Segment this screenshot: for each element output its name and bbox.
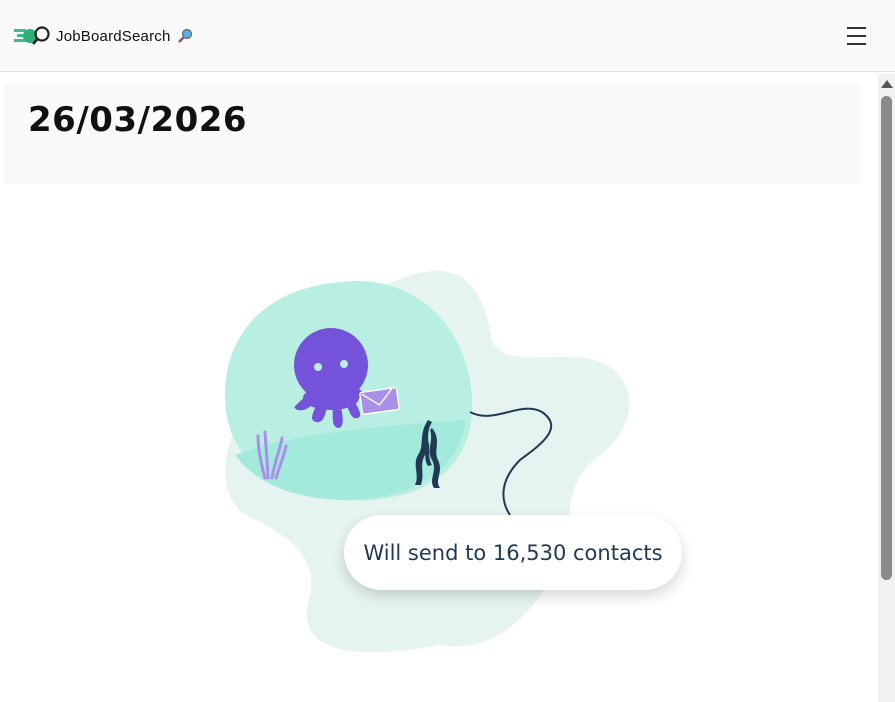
vertical-scrollbar[interactable] [878, 74, 895, 702]
brand-name: JobBoardSearch [56, 27, 171, 45]
page-title: 26/03/2026 [28, 100, 248, 140]
contacts-count-pill: Will send to 16,530 contacts [344, 515, 682, 590]
brand-link[interactable]: JobBoardSearch [14, 24, 193, 48]
scroll-up-arrow-icon[interactable] [881, 80, 893, 88]
date-card: 26/03/2026 [4, 84, 861, 184]
binoculars-speed-logo-icon [14, 26, 50, 45]
hamburger-menu-icon[interactable] [840, 24, 872, 48]
octopus-mail-illustration [225, 270, 630, 653]
scrollbar-thumb[interactable] [881, 96, 892, 580]
magnifying-glass-icon [177, 28, 192, 43]
top-navbar: JobBoardSearch [0, 0, 895, 72]
contacts-message: Will send to 16,530 contacts [363, 540, 663, 565]
